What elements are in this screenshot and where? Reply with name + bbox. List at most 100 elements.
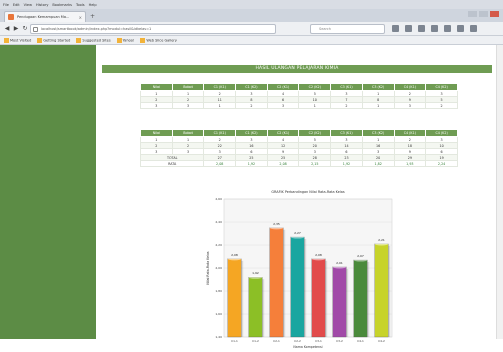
mean-cell: 2,15 bbox=[298, 160, 332, 167]
bar-top bbox=[227, 257, 242, 261]
y-tick-label: 1,60 bbox=[215, 312, 222, 316]
column-header: Bobot bbox=[171, 83, 205, 91]
table-cell: 1 bbox=[203, 102, 237, 109]
download-icon[interactable] bbox=[418, 25, 425, 32]
bar-value-label: 2,07 bbox=[357, 254, 364, 258]
mean-cell: 1,92 bbox=[330, 160, 363, 167]
bar-value-label: 2,01 bbox=[336, 261, 343, 265]
reading-list-icon[interactable] bbox=[405, 25, 412, 32]
home-icon[interactable] bbox=[431, 25, 438, 32]
browser-tab[interactable]: Pendugaan Kemampuan Ma... × bbox=[4, 11, 86, 22]
x-tick-label: C4-1 bbox=[357, 339, 364, 343]
reload-icon[interactable]: ↻ bbox=[21, 25, 29, 33]
bookmark-item[interactable]: Suggested Sites bbox=[76, 37, 111, 43]
bar-value-label: 2,35 bbox=[273, 222, 280, 226]
bar-top bbox=[353, 258, 368, 262]
table-cell: 2 bbox=[235, 102, 268, 109]
close-tab-icon[interactable]: × bbox=[79, 15, 82, 20]
bookmark-icon bbox=[76, 37, 82, 43]
bookmark-item[interactable]: Most Visited bbox=[4, 37, 32, 43]
mean-label: RATA bbox=[139, 160, 205, 167]
bookmark-label: Web Slice Gallery bbox=[146, 38, 177, 42]
table-cell: 3 bbox=[393, 102, 427, 109]
menu-item-tools[interactable]: Tools bbox=[76, 3, 85, 7]
y-tick-label: 2,20 bbox=[215, 243, 222, 247]
menu-item-bookmarks[interactable]: Bookmarks bbox=[52, 3, 72, 7]
pocket-icon[interactable] bbox=[444, 25, 451, 32]
column-header: C4 (K1) bbox=[393, 83, 427, 91]
table-cell: 3 bbox=[171, 102, 205, 109]
chart-svg: GRAFIK Perbandingan Nilai Rata-Rata Kela… bbox=[206, 190, 393, 349]
table-row: 3312312132 bbox=[140, 102, 458, 109]
x-axis-label: Nama Kompetensi bbox=[293, 345, 322, 349]
bar-c1-2 bbox=[248, 277, 263, 338]
bar-c3-1 bbox=[311, 258, 326, 338]
column-header: C4 (K2) bbox=[425, 83, 458, 91]
info-icon bbox=[33, 27, 38, 32]
bookmark-label: Most Visited bbox=[10, 38, 32, 42]
y-axis-label: Nilai Rata-Rata Kelas bbox=[206, 251, 210, 285]
x-tick-label: C3-1 bbox=[315, 339, 322, 343]
scrollbar[interactable] bbox=[496, 45, 503, 339]
column-header: C1 (K2) bbox=[235, 129, 268, 137]
toolbar-icons bbox=[392, 25, 477, 32]
bar-value-label: 2,27 bbox=[294, 231, 301, 235]
y-tick-label: 2,40 bbox=[215, 220, 222, 224]
x-tick-label: C2-2 bbox=[294, 339, 301, 343]
maximize-icon[interactable] bbox=[479, 11, 488, 17]
bar-top bbox=[374, 242, 389, 246]
bar-c2-1 bbox=[269, 227, 284, 338]
y-tick-label: 2,60 bbox=[215, 197, 222, 201]
table-cell: 3 bbox=[140, 102, 173, 109]
bookmark-label: Getting Started bbox=[43, 38, 71, 42]
bookmarks-bar: Most Visited Getting Started Suggested Sit… bbox=[0, 36, 503, 45]
smiley-icon[interactable] bbox=[457, 25, 464, 32]
mean-row: RATA 2,08 1,92 2,08 2,15 1,92 1,82 1,93 2,24 bbox=[139, 160, 458, 167]
mean-cell: 2,08 bbox=[203, 160, 237, 167]
bar-value-label: 1,92 bbox=[252, 271, 259, 275]
close-window-icon[interactable] bbox=[490, 11, 499, 17]
url-input[interactable]: localhost/smartbook/admin/index.php?modu… bbox=[30, 24, 276, 34]
table-cell: 3 bbox=[266, 102, 300, 109]
mean-cell: 1,82 bbox=[361, 160, 395, 167]
menu-item-view[interactable]: View bbox=[24, 3, 32, 7]
search-placeholder: Search bbox=[319, 27, 332, 31]
bar-c4-2 bbox=[374, 243, 389, 338]
forward-icon[interactable]: ▶ bbox=[12, 25, 20, 33]
window-controls bbox=[468, 11, 499, 17]
menu-item-file[interactable]: File bbox=[3, 3, 9, 7]
bookmark-icon bbox=[4, 37, 9, 43]
bookmark-item[interactable]: Yahoo! bbox=[116, 37, 134, 43]
mean-cell: 2,08 bbox=[266, 160, 300, 167]
column-header: C3 (K2) bbox=[361, 129, 395, 137]
search-input[interactable]: Search bbox=[310, 24, 385, 34]
star-icon[interactable] bbox=[392, 25, 399, 32]
chart-title: GRAFIK Perbandingan Nilai Rata-Rata Kela… bbox=[271, 190, 344, 194]
column-header: C2 (K1) bbox=[266, 129, 300, 137]
new-tab-icon[interactable]: + bbox=[90, 13, 95, 20]
column-header: C2 (K2) bbox=[298, 129, 332, 137]
bar-c3-2 bbox=[332, 266, 347, 338]
column-header: C3 (K1) bbox=[330, 129, 363, 137]
url-text: localhost/smartbook/admin/index.php?modu… bbox=[41, 27, 152, 31]
menu-item-history[interactable]: History bbox=[36, 3, 48, 7]
bar-top bbox=[269, 226, 284, 230]
x-tick-label: C1-1 bbox=[231, 339, 238, 343]
table-cell: 2 bbox=[425, 102, 458, 109]
bookmark-icon bbox=[140, 37, 146, 43]
column-header: Nilai bbox=[140, 129, 173, 137]
back-icon[interactable]: ◀ bbox=[3, 25, 11, 33]
column-header: C1 (K1) bbox=[203, 129, 237, 137]
menu-item-help[interactable]: Help bbox=[89, 3, 97, 7]
main-content: HASIL ULANGAN PELAJARAN KIMIA Nilai Bobot… bbox=[96, 45, 496, 349]
minimize-icon[interactable] bbox=[468, 11, 477, 17]
menu-icon[interactable] bbox=[470, 25, 477, 32]
menu-item-edit[interactable]: Edit bbox=[13, 3, 20, 7]
nav-bar: ◀ ▶ ↻ localhost/smartbook/admin/index.ph… bbox=[0, 22, 503, 36]
mean-cell: 1,92 bbox=[235, 160, 268, 167]
x-tick-label: C2-1 bbox=[273, 339, 280, 343]
bookmark-item[interactable]: Web Slice Gallery bbox=[140, 37, 177, 43]
bar-value-label: 2,21 bbox=[378, 238, 385, 242]
column-header: Bobot bbox=[171, 129, 205, 137]
bookmark-item[interactable]: Getting Started bbox=[37, 37, 71, 43]
